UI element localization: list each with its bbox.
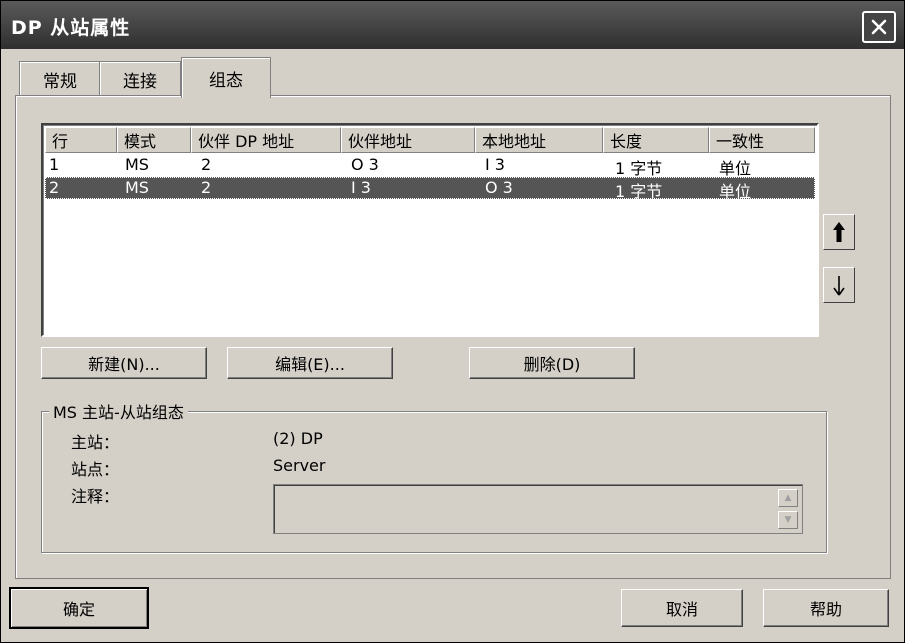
column-header-partner-address[interactable]: 伙伴地址 <box>341 127 475 153</box>
master-value: (2) DP <box>273 429 323 448</box>
row-length: 1 字节 <box>615 159 663 178</box>
station-label: 站点： <box>71 460 120 479</box>
tab-configuration-label: 组态 <box>209 70 243 91</box>
tab-general-label: 常规 <box>43 71 77 92</box>
row-mode: MS <box>125 155 149 174</box>
column-header-line[interactable]: 行 <box>45 127 117 153</box>
window-title: DP 从站属性 <box>11 17 131 39</box>
comment-scroll-down[interactable]: ▼ <box>778 511 798 529</box>
master-label: 主站： <box>71 433 120 452</box>
ok-button[interactable]: 确定 <box>9 587 149 629</box>
cancel-button[interactable]: 取消 <box>621 589 743 627</box>
title-bar[interactable]: DP 从站属性 <box>1 1 904 49</box>
comment-field[interactable]: ▲ ▼ <box>273 484 803 534</box>
close-icon <box>871 19 887 35</box>
row-local-address: I 3 <box>485 155 505 174</box>
new-button[interactable]: 新建(N)... <box>41 347 207 379</box>
station-value: Server <box>273 456 326 475</box>
row-line: 1 <box>49 155 60 174</box>
arrow-up-icon <box>833 222 845 242</box>
row-local-address: O 3 <box>485 178 513 197</box>
tab-general[interactable]: 常规 <box>19 61 101 96</box>
dp-slave-properties-dialog: DP 从站属性 常规 连接 组态 行 模式 伙伴 DP 地址 伙伴地址 本地地址… <box>0 0 905 643</box>
row-partner-address: I 3 <box>351 178 371 197</box>
comment-label: 注释： <box>71 487 120 506</box>
column-header-mode[interactable]: 模式 <box>117 127 191 153</box>
configuration-table[interactable]: 行 模式 伙伴 DP 地址 伙伴地址 本地地址 长度 一致性 1 MS 2 O … <box>41 123 819 337</box>
row-partner-address: O 3 <box>351 155 379 174</box>
table-row[interactable]: 2 MS 2 I 3 O 3 1 字节 单位 <box>45 177 815 201</box>
comment-scroll-up[interactable]: ▲ <box>778 489 798 507</box>
group-title: MS 主站-从站组态 <box>49 399 188 423</box>
column-header-consistency[interactable]: 一致性 <box>709 127 815 153</box>
column-header-length[interactable]: 长度 <box>603 127 709 153</box>
tab-connection[interactable]: 连接 <box>99 61 181 96</box>
row-partner-dp-address: 2 <box>201 155 212 174</box>
scroll-up-icon: ▲ <box>784 493 792 503</box>
arrow-down-icon <box>833 276 845 296</box>
row-line: 2 <box>49 178 60 197</box>
row-length: 1 字节 <box>615 182 663 201</box>
scroll-down-icon: ▼ <box>784 515 792 525</box>
edit-button[interactable]: 编辑(E)... <box>227 347 393 379</box>
row-consistency: 单位 <box>719 182 752 201</box>
close-button[interactable] <box>862 11 896 43</box>
row-consistency: 单位 <box>719 159 752 178</box>
row-partner-dp-address: 2 <box>201 178 212 197</box>
delete-button[interactable]: 删除(D) <box>469 347 635 379</box>
tab-connection-label: 连接 <box>123 71 157 92</box>
column-header-partner-dp-address[interactable]: 伙伴 DP 地址 <box>191 127 341 153</box>
column-header-local-address[interactable]: 本地地址 <box>475 127 603 153</box>
move-up-button[interactable] <box>823 214 855 250</box>
help-button[interactable]: 帮助 <box>763 589 889 627</box>
row-mode: MS <box>125 178 149 197</box>
move-down-button[interactable] <box>823 267 855 303</box>
table-row[interactable]: 1 MS 2 O 3 I 3 1 字节 单位 <box>45 154 815 178</box>
tab-configuration[interactable]: 组态 <box>181 57 271 98</box>
